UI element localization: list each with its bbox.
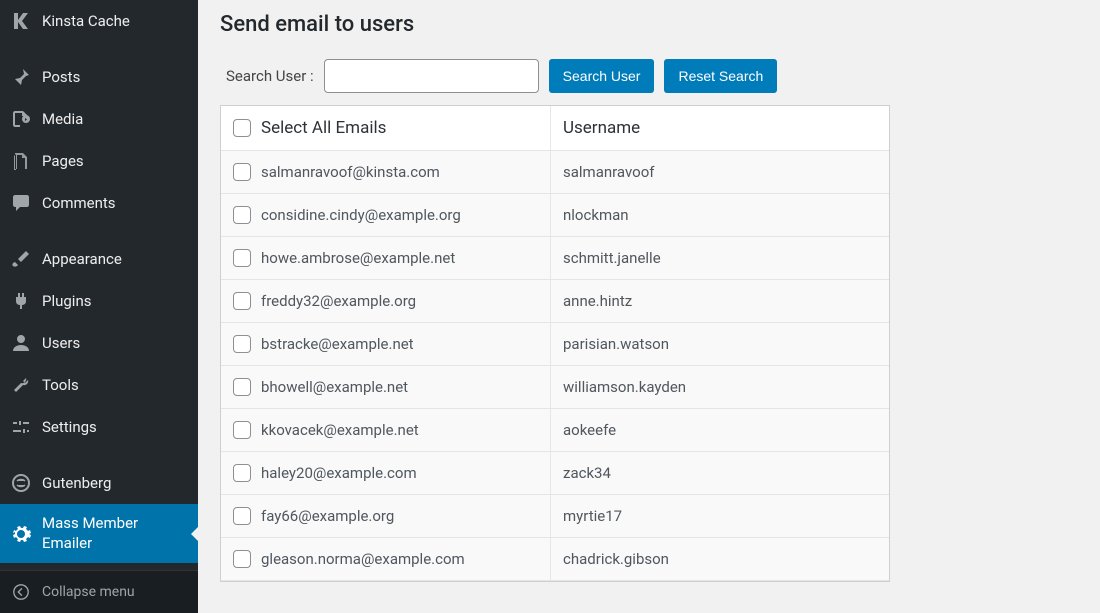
sidebar-item-mass-member-emailer[interactable]: Mass Member Emailer bbox=[0, 504, 198, 563]
row-checkbox[interactable] bbox=[233, 292, 251, 310]
user-icon bbox=[10, 332, 32, 354]
sidebar-item-label: Settings bbox=[42, 418, 190, 436]
sidebar-item-label: Users bbox=[42, 334, 190, 352]
table-row: kkovacek@example.net aokeefe bbox=[221, 409, 889, 452]
users-table: Select All Emails Username salmanravoof@… bbox=[220, 105, 890, 582]
sidebar-item-label: Appearance bbox=[42, 250, 190, 268]
row-checkbox[interactable] bbox=[233, 249, 251, 267]
sidebar-item-posts[interactable]: Posts bbox=[0, 56, 198, 98]
row-email: gleason.norma@example.com bbox=[261, 550, 465, 568]
search-user-button[interactable]: Search User bbox=[549, 59, 655, 93]
gear-icon bbox=[10, 523, 32, 545]
sidebar-item-comments[interactable]: Comments bbox=[0, 182, 198, 224]
row-email: fay66@example.org bbox=[261, 507, 394, 525]
row-username: aokeefe bbox=[551, 409, 889, 452]
row-username: myrtie17 bbox=[551, 495, 889, 538]
sidebar-item-settings[interactable]: Settings bbox=[0, 406, 198, 448]
row-checkbox[interactable] bbox=[233, 464, 251, 482]
row-checkbox[interactable] bbox=[233, 550, 251, 568]
sidebar-item-users[interactable]: Users bbox=[0, 322, 198, 364]
sidebar-item-label: Mass Member Emailer bbox=[42, 514, 190, 553]
table-row: bstracke@example.net parisian.watson bbox=[221, 323, 889, 366]
row-email: bhowell@example.net bbox=[261, 378, 408, 396]
brush-icon bbox=[10, 248, 32, 270]
page-icon bbox=[10, 150, 32, 172]
table-row: bhowell@example.net williamson.kayden bbox=[221, 366, 889, 409]
sidebar-item-label: Plugins bbox=[42, 292, 190, 310]
sliders-icon bbox=[10, 416, 32, 438]
collapse-menu[interactable]: Collapse menu bbox=[0, 571, 198, 613]
sidebar-item-media[interactable]: Media bbox=[0, 98, 198, 140]
username-header: Username bbox=[551, 106, 889, 151]
row-username: zack34 bbox=[551, 452, 889, 495]
search-label: Search User : bbox=[226, 67, 314, 85]
table-row: howe.ambrose@example.net schmitt.janelle bbox=[221, 237, 889, 280]
comment-icon bbox=[10, 192, 32, 214]
sidebar-item-plugins[interactable]: Plugins bbox=[0, 280, 198, 322]
row-email: considine.cindy@example.org bbox=[261, 206, 461, 224]
table-row: gleason.norma@example.com chadrick.gibson bbox=[221, 538, 889, 581]
table-row: considine.cindy@example.org nlockman bbox=[221, 194, 889, 237]
row-checkbox[interactable] bbox=[233, 335, 251, 353]
sidebar-item-label: Pages bbox=[42, 152, 190, 170]
reset-search-button[interactable]: Reset Search bbox=[664, 59, 777, 93]
sidebar-item-pages[interactable]: Pages bbox=[0, 140, 198, 182]
row-username: williamson.kayden bbox=[551, 366, 889, 409]
sidebar-item-appearance[interactable]: Appearance bbox=[0, 238, 198, 280]
sidebar-item-label: Media bbox=[42, 110, 190, 128]
row-username: schmitt.janelle bbox=[551, 237, 889, 280]
main-content: Send email to users Search User : Search… bbox=[198, 0, 1100, 613]
sidebar-item-kinsta-cache[interactable]: Kinsta Cache bbox=[0, 0, 198, 42]
email-header: Select All Emails bbox=[261, 118, 386, 138]
kinsta-icon bbox=[10, 10, 32, 32]
row-checkbox[interactable] bbox=[233, 206, 251, 224]
row-checkbox[interactable] bbox=[233, 507, 251, 525]
collapse-icon bbox=[10, 581, 32, 603]
sidebar-item-label: Kinsta Cache bbox=[42, 12, 190, 30]
gutenberg-icon bbox=[10, 472, 32, 494]
sidebar-item-gutenberg[interactable]: Gutenberg bbox=[0, 462, 198, 504]
sidebar-item-tools[interactable]: Tools bbox=[0, 364, 198, 406]
sidebar-item-label: Tools bbox=[42, 376, 190, 394]
row-username: nlockman bbox=[551, 194, 889, 237]
row-checkbox[interactable] bbox=[233, 378, 251, 396]
search-input[interactable] bbox=[324, 59, 539, 93]
pin-icon bbox=[10, 66, 32, 88]
row-email: howe.ambrose@example.net bbox=[261, 249, 455, 267]
table-row: freddy32@example.org anne.hintz bbox=[221, 280, 889, 323]
select-all-checkbox[interactable] bbox=[233, 119, 251, 137]
plug-icon bbox=[10, 290, 32, 312]
row-username: chadrick.gibson bbox=[551, 538, 889, 581]
row-checkbox[interactable] bbox=[233, 421, 251, 439]
row-email: kkovacek@example.net bbox=[261, 421, 419, 439]
sidebar-item-label: Gutenberg bbox=[42, 474, 190, 492]
row-email: bstracke@example.net bbox=[261, 335, 414, 353]
table-row: salmanravoof@kinsta.com salmanravoof bbox=[221, 151, 889, 194]
row-email: salmanravoof@kinsta.com bbox=[261, 163, 440, 181]
sidebar-item-label: Comments bbox=[42, 194, 190, 212]
table-row: fay66@example.org myrtie17 bbox=[221, 495, 889, 538]
media-icon bbox=[10, 108, 32, 130]
search-row: Search User : Search User Reset Search bbox=[220, 59, 1078, 93]
collapse-label: Collapse menu bbox=[42, 584, 190, 600]
row-email: freddy32@example.org bbox=[261, 292, 416, 310]
table-row: haley20@example.com zack34 bbox=[221, 452, 889, 495]
row-username: anne.hintz bbox=[551, 280, 889, 323]
wrench-icon bbox=[10, 374, 32, 396]
page-title: Send email to users bbox=[220, 12, 1078, 37]
row-username: salmanravoof bbox=[551, 151, 889, 194]
sidebar-item-label: Posts bbox=[42, 68, 190, 86]
row-email: haley20@example.com bbox=[261, 464, 417, 482]
row-checkbox[interactable] bbox=[233, 163, 251, 181]
admin-sidebar: Kinsta Cache Posts Media Pages Comments … bbox=[0, 0, 198, 613]
row-username: parisian.watson bbox=[551, 323, 889, 366]
